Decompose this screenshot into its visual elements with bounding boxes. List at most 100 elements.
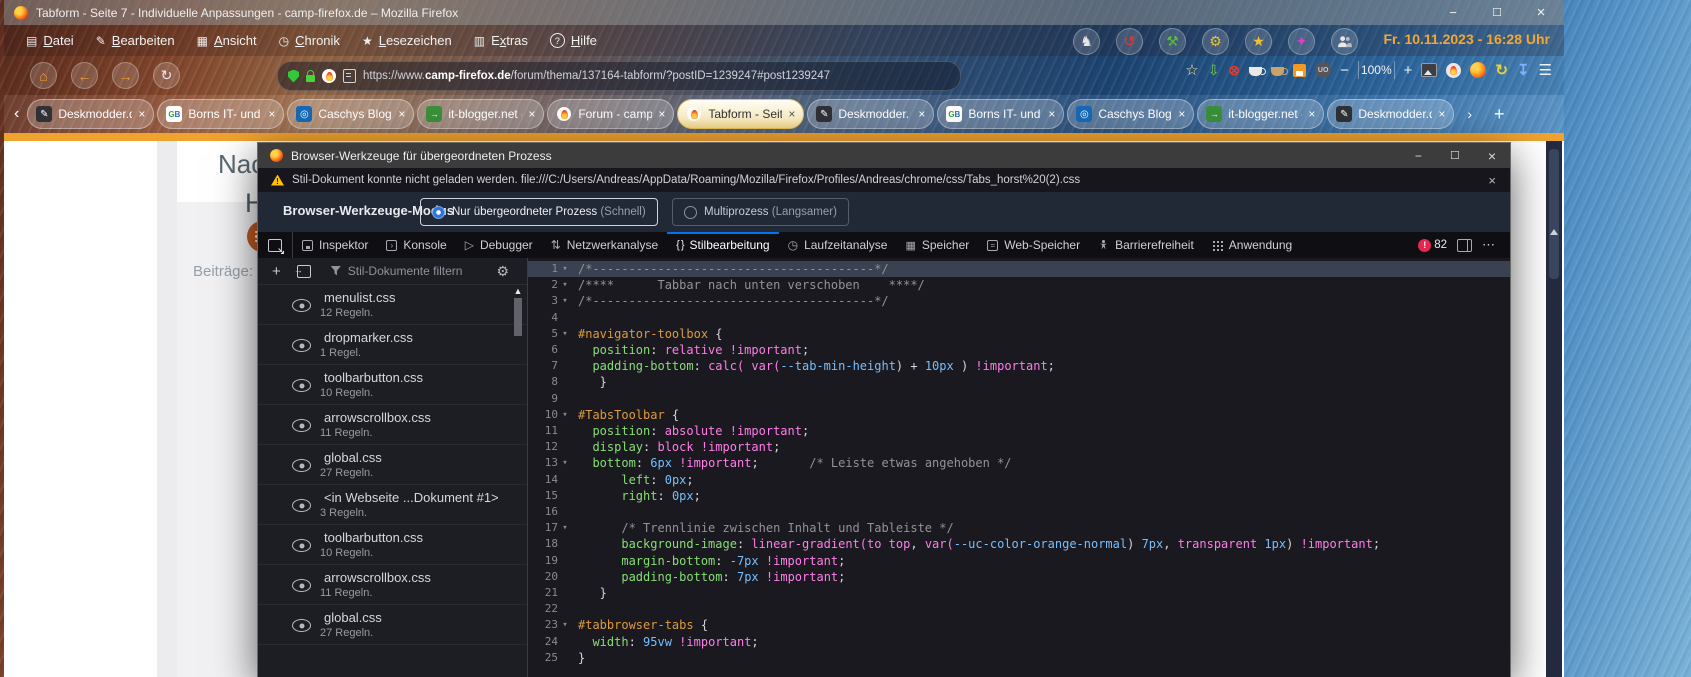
- devtools-minimize-button[interactable]: −: [1415, 149, 1422, 163]
- browser-tab[interactable]: GBBorns IT- und×: [157, 99, 284, 129]
- code-line[interactable]: 4: [528, 310, 1510, 326]
- code-line[interactable]: 15 right: 0px;: [528, 488, 1510, 504]
- menu-item-bearbeiten[interactable]: ✎Bearbeiten: [96, 33, 175, 48]
- wrench-icon[interactable]: ⚙: [1202, 28, 1229, 55]
- script-shield-icon[interactable]: ⚒: [1159, 28, 1186, 55]
- code-line[interactable]: 3▾/*------------------------------------…: [528, 293, 1510, 309]
- tab-close-icon[interactable]: ×: [918, 107, 925, 121]
- star-icon[interactable]: ★: [1245, 28, 1272, 55]
- tab-close-icon[interactable]: ×: [788, 107, 795, 121]
- visibility-eye-icon[interactable]: [292, 459, 311, 472]
- devtools-maximize-button[interactable]: ☐: [1450, 149, 1460, 162]
- code-line[interactable]: 22: [528, 601, 1510, 617]
- code-line[interactable]: 21 }: [528, 585, 1510, 601]
- scroll-up-icon[interactable]: ▲: [513, 286, 523, 296]
- new-stylesheet-button[interactable]: +: [272, 263, 281, 280]
- visibility-eye-icon[interactable]: [292, 339, 311, 352]
- ublock-badge-icon[interactable]: UO: [1315, 62, 1331, 78]
- css-code-editor[interactable]: 1▾/*------------------------------------…: [528, 258, 1510, 677]
- code-line[interactable]: 12 display: block !important;: [528, 439, 1510, 455]
- devtools-tab-netzwerkanalyse[interactable]: ⇅Netzwerkanalyse: [542, 232, 667, 258]
- menu-item-ansicht[interactable]: ▦Ansicht: [197, 33, 257, 48]
- browser-tab[interactable]: ✎Deskmodder.d×: [27, 99, 154, 129]
- warning-close-icon[interactable]: ×: [1488, 173, 1496, 188]
- knight-icon[interactable]: ♞: [1073, 28, 1100, 55]
- refresh-icon[interactable]: ↻: [1495, 61, 1508, 79]
- code-line[interactable]: 14 left: 0px;: [528, 472, 1510, 488]
- stylesheet-item[interactable]: global.css27 Regeln.: [258, 605, 527, 645]
- devtools-close-button[interactable]: ×: [1488, 148, 1496, 164]
- browser-tab[interactable]: GBBorns IT- und×: [937, 99, 1064, 129]
- code-line[interactable]: 11 position: absolute !important;: [528, 423, 1510, 439]
- zoom-out-button[interactable]: −: [1340, 62, 1349, 79]
- back-button[interactable]: ←: [71, 62, 98, 89]
- devtools-tab-inspektor[interactable]: Inspektor: [293, 232, 377, 258]
- visibility-eye-icon[interactable]: [292, 379, 311, 392]
- mode-option-nur-bergeordneter-prozess[interactable]: Nur übergeordneter Prozess (Schnell): [420, 198, 658, 226]
- tab-close-icon[interactable]: ×: [1178, 107, 1185, 121]
- puzzle-icon[interactable]: ✦: [1288, 28, 1315, 55]
- home-button[interactable]: ⌂: [30, 62, 57, 89]
- browser-tab[interactable]: Forum - camp×: [547, 99, 674, 129]
- browser-tab[interactable]: →it-blogger.net -×: [417, 99, 544, 129]
- sidebar-scrollbar[interactable]: ▲: [513, 286, 523, 677]
- code-line[interactable]: 20 padding-bottom: 7px !important;: [528, 569, 1510, 585]
- stylesheet-item[interactable]: dropmarker.css1 Regel.: [258, 325, 527, 365]
- browser-tab[interactable]: ✎Deskmodder.×: [807, 99, 934, 129]
- coffee-cup2-icon[interactable]: [1271, 64, 1284, 76]
- stylesheet-item[interactable]: arrowscrollbox.css11 Regeln.: [258, 405, 527, 445]
- pick-element-button[interactable]: [258, 232, 293, 258]
- radio-icon[interactable]: [684, 206, 697, 219]
- page-scrollbar[interactable]: [1546, 141, 1562, 677]
- menu-item-extras[interactable]: ▥Extras: [474, 33, 528, 48]
- firefox-ball-icon[interactable]: [1470, 62, 1486, 78]
- new-tab-button[interactable]: +: [1494, 104, 1505, 125]
- code-line[interactable]: 23▾#tabbrowser-tabs {: [528, 617, 1510, 633]
- code-line[interactable]: 1▾/*------------------------------------…: [528, 261, 1510, 277]
- stylesheet-item[interactable]: <in Webseite ...Dokument #1>3 Regeln.: [258, 485, 527, 525]
- save-page-icon[interactable]: [1293, 64, 1306, 77]
- browser-tab[interactable]: ✎Deskmodder.d×: [1327, 99, 1454, 129]
- devtools-tab-web-speicher[interactable]: =Web-Speicher: [978, 232, 1089, 258]
- split-console-icon[interactable]: [1457, 239, 1472, 252]
- downloads-icon[interactable]: ⇩: [1208, 62, 1220, 79]
- tab-close-icon[interactable]: ×: [1048, 107, 1055, 121]
- sidebar-scrollbar-thumb[interactable]: [514, 298, 522, 336]
- devtools-tab-speicher[interactable]: ▦Speicher: [896, 232, 978, 258]
- code-line[interactable]: 18 background-image: linear-gradient(to …: [528, 536, 1510, 552]
- code-line[interactable]: 2▾/**** Tabbar nach unten verschoben ***…: [528, 277, 1510, 293]
- download-manager-icon[interactable]: ↧: [1517, 61, 1530, 79]
- error-count-badge[interactable]: !82: [1418, 239, 1447, 252]
- browser-tab[interactable]: →it-blogger.net -×: [1197, 99, 1324, 129]
- code-line[interactable]: 5▾#navigator-toolbox {: [528, 326, 1510, 342]
- browser-tab[interactable]: ◎Caschys Blog (×: [1067, 99, 1194, 129]
- stylesheet-item[interactable]: toolbarbutton.css10 Regeln.: [258, 365, 527, 405]
- tracking-protection-icon[interactable]: [288, 70, 299, 83]
- mode-option-multiprozess[interactable]: Multiprozess (Langsamer): [672, 198, 849, 226]
- devtools-tab-anwendung[interactable]: Anwendung: [1203, 232, 1301, 258]
- devtools-tab-debugger[interactable]: ▷Debugger: [456, 232, 542, 258]
- tabs-scroll-left-button[interactable]: ‹: [14, 105, 19, 123]
- code-line[interactable]: 10▾#TabsToolbar {: [528, 407, 1510, 423]
- stylesheet-item[interactable]: toolbarbutton.css10 Regeln.: [258, 525, 527, 565]
- visibility-eye-icon[interactable]: [292, 299, 311, 312]
- code-line[interactable]: 9: [528, 391, 1510, 407]
- devtools-tab-stilbearbeitung[interactable]: { }Stilbearbeitung: [667, 232, 778, 258]
- import-stylesheet-icon[interactable]: [297, 265, 311, 278]
- devtools-tab-konsole[interactable]: ›Konsole: [377, 232, 455, 258]
- tab-close-icon[interactable]: ×: [528, 107, 535, 121]
- stop-icon[interactable]: ⊗: [1228, 62, 1240, 79]
- code-line[interactable]: 17▾ /* Trennlinie zwischen Inhalt und Ta…: [528, 520, 1510, 536]
- hamburger-menu-icon[interactable]: ☰: [1539, 61, 1552, 79]
- fire-icon[interactable]: [1446, 63, 1461, 78]
- devtools-tab-laufzeitanalyse[interactable]: ◷Laufzeitanalyse: [779, 232, 897, 258]
- close-button[interactable]: ×: [1532, 4, 1550, 21]
- gear-icon[interactable]: ⚙: [496, 263, 509, 280]
- radio-icon[interactable]: [432, 206, 445, 219]
- scrollbar-arrow-icon[interactable]: [1550, 229, 1558, 235]
- forward-button[interactable]: →: [112, 62, 139, 89]
- lock-icon[interactable]: [306, 75, 315, 82]
- restart-icon[interactable]: ↺: [1116, 28, 1143, 55]
- maximize-button[interactable]: ☐: [1488, 6, 1506, 19]
- tabs-scroll-right-button[interactable]: ›: [1467, 106, 1472, 122]
